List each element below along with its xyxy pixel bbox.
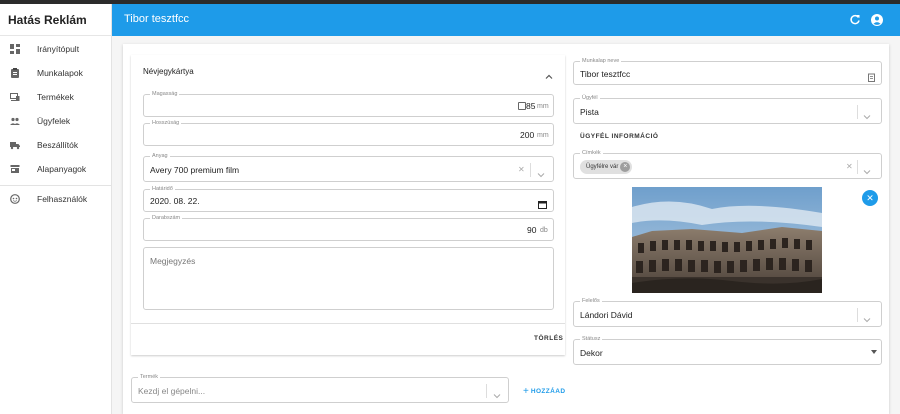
responsible-value: Lándori Dávid — [580, 310, 633, 320]
chevron-down-icon[interactable] — [863, 311, 871, 323]
add-product-button[interactable]: + HOZZÁAD — [523, 386, 565, 397]
select-separator — [857, 105, 858, 119]
customer-value: Pista — [580, 107, 599, 117]
material-select[interactable]: Anyag Avery 700 premium film ✕ — [143, 153, 554, 182]
chevron-down-icon[interactable] — [493, 387, 501, 399]
clipboard-icon — [10, 68, 20, 78]
tag-chip[interactable]: Ügyfélre vár × — [580, 160, 633, 174]
sidebar: Hatás Reklám Irányítópult Munkalapok Ter… — [0, 4, 112, 414]
sidebar-item-alapanyagok[interactable]: Alapanyagok — [0, 158, 112, 180]
quantity-field[interactable]: Darabszám 90 db — [143, 215, 554, 241]
status-label: Státusz — [580, 336, 603, 343]
people-icon — [10, 116, 20, 126]
length-label: Hosszúság — [150, 120, 182, 127]
sidebar-item-felhasznalok[interactable]: Felhasználók — [0, 188, 112, 210]
length-value: 200 — [520, 130, 535, 140]
sidebar-item-ugyfelek[interactable]: Ügyfelek — [0, 110, 112, 132]
clipboard-icon — [868, 69, 875, 82]
height-label: Magasság — [150, 91, 180, 98]
sidebar-item-beszallitok[interactable]: Beszállítók — [0, 134, 112, 156]
sidebar-item-termekek[interactable]: Termékek — [0, 86, 112, 108]
sidebar-item-label: Alapanyagok — [37, 164, 87, 174]
tags-select[interactable]: Címkék Ügyfélre vár × ✕ — [573, 150, 882, 179]
worksheet-name-value: Tibor tesztfcc — [580, 69, 631, 79]
deadline-value: 2020. 08. 22. — [150, 196, 200, 206]
select-separator — [530, 163, 531, 177]
calendar-icon[interactable] — [538, 196, 547, 209]
add-product-label: HOZZÁAD — [530, 388, 566, 395]
chevron-down-icon[interactable] — [537, 166, 545, 178]
sidebar-divider — [0, 185, 112, 186]
customer-label: Ügyfél — [580, 95, 600, 102]
tags-label: Címkék — [580, 150, 603, 157]
remove-image-button[interactable]: ✕ — [862, 190, 878, 206]
height-field[interactable]: Magasság 85 mm — [143, 91, 554, 117]
length-field[interactable]: Hosszúság 200 mm — [143, 120, 554, 146]
stepper-icon[interactable] — [518, 102, 526, 110]
refresh-icon[interactable] — [849, 13, 861, 25]
customer-select[interactable]: Ügyfél Pista — [573, 95, 882, 124]
status-select[interactable]: Státusz Dekor — [573, 336, 882, 365]
select-separator — [857, 160, 858, 174]
select-separator — [486, 384, 487, 398]
notes-textarea[interactable]: Megjegyzés — [143, 247, 554, 310]
height-value: 85 — [526, 101, 536, 111]
sidebar-item-munkalapok[interactable]: Munkalapok — [0, 62, 112, 84]
deadline-label: Határidő — [150, 186, 175, 193]
status-value: Dekor — [580, 348, 603, 358]
product-panel-header[interactable]: Névjegykártya — [143, 67, 194, 76]
notes-placeholder: Megjegyzés — [150, 256, 196, 266]
face-icon — [10, 194, 20, 204]
length-unit: mm — [537, 132, 549, 139]
sidebar-item-label: Beszállítók — [37, 140, 79, 150]
sidebar-item-label: Munkalapok — [37, 68, 83, 78]
clear-icon[interactable]: ✕ — [846, 162, 853, 171]
quantity-label: Darabszám — [150, 215, 183, 222]
height-unit: mm — [537, 103, 549, 110]
attachment-image — [632, 187, 822, 293]
chevron-up-icon[interactable] — [545, 68, 553, 79]
product-search-label: Termék — [138, 374, 161, 381]
chip-remove-icon[interactable]: × — [620, 162, 631, 172]
page-title: Tibor tesztfcc — [124, 13, 189, 25]
clear-icon[interactable]: ✕ — [518, 165, 525, 174]
worksheet-name-label: Munkalap neve — [580, 58, 622, 65]
responsible-select[interactable]: Felelős Lándori Dávid — [573, 298, 882, 327]
product-search-placeholder: Kezdj el gépelni... — [138, 386, 206, 396]
delete-button[interactable]: TÖRLÉS — [534, 335, 563, 342]
app-bar: Tibor tesztfcc — [112, 4, 900, 36]
chevron-down-icon[interactable] — [863, 108, 871, 120]
dashboard-icon — [10, 44, 20, 54]
worksheet-name-field[interactable]: Munkalap neve Tibor tesztfcc — [573, 58, 882, 85]
customer-info-button[interactable]: ÜGYFÉL INFORMÁCIÓ — [580, 133, 658, 140]
product-search-select[interactable]: Termék Kezdj el gépelni... — [131, 374, 509, 403]
devices-icon — [10, 92, 20, 102]
responsible-label: Felelős — [580, 298, 602, 305]
tag-chip-label: Ügyfélre vár — [586, 164, 619, 170]
brand-title: Hatás Reklám — [0, 4, 111, 36]
sidebar-item-label: Irányítópult — [37, 44, 80, 54]
sidebar-item-label: Termékek — [37, 92, 74, 102]
quantity-unit: db — [540, 227, 548, 234]
deadline-field[interactable]: Határidő 2020. 08. 22. — [143, 186, 554, 212]
chevron-down-icon[interactable] — [863, 163, 871, 175]
material-label: Anyag — [150, 153, 170, 160]
select-separator — [857, 308, 858, 322]
account-icon[interactable] — [871, 13, 883, 26]
dropdown-arrow-icon[interactable] — [871, 350, 877, 354]
quantity-value: 90 — [527, 225, 537, 235]
sidebar-item-label: Felhasználók — [37, 194, 88, 204]
plus-icon: + — [523, 386, 529, 397]
sidebar-item-iranyitopult[interactable]: Irányítópult — [0, 38, 112, 60]
close-icon: ✕ — [866, 193, 874, 203]
material-value: Avery 700 premium film — [150, 165, 240, 175]
store-icon — [10, 164, 20, 174]
panel-divider — [131, 323, 565, 324]
truck-icon — [10, 140, 20, 150]
sidebar-item-label: Ügyfelek — [37, 116, 71, 126]
